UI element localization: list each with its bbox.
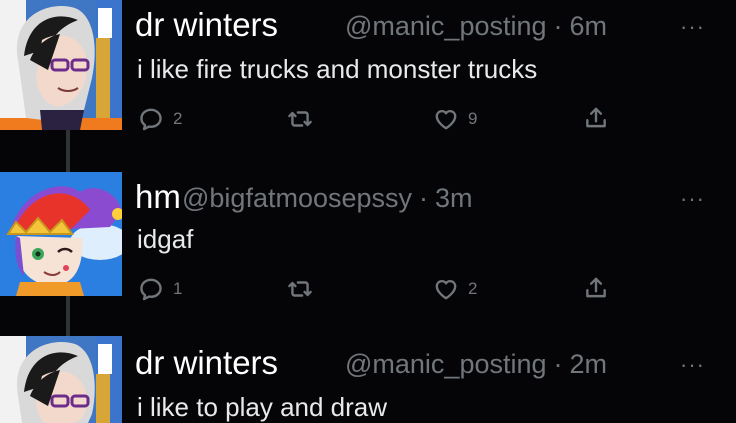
- retweet-icon: [286, 276, 314, 302]
- handle[interactable]: @manic_posting: [345, 11, 547, 41]
- tweet[interactable]: dr winters @manic_posting · 6m ··· i like …: [0, 0, 736, 130]
- retweet-icon: [286, 106, 314, 132]
- timestamp[interactable]: 3m: [435, 183, 473, 213]
- doctor-avatar-image: [0, 0, 122, 130]
- separator: ·: [419, 183, 429, 213]
- tweet-text: i like fire trucks and monster trucks: [137, 54, 538, 84]
- tweet-text: i like to play and draw: [137, 392, 388, 422]
- avatar[interactable]: [0, 336, 122, 423]
- reply-count: 2: [173, 109, 183, 128]
- timestamp[interactable]: 2m: [570, 349, 608, 379]
- tweet[interactable]: hm @bigfatmoosepssy · 3m ··· idgaf 1 2: [0, 172, 736, 300]
- tweet[interactable]: dr winters @manic_posting · 2m ··· i like …: [0, 336, 736, 423]
- share-icon: [583, 274, 609, 302]
- reply-icon: [138, 106, 164, 132]
- more-icon[interactable]: ···: [680, 352, 705, 378]
- doctor-avatar-image: [0, 336, 122, 423]
- retweet-button[interactable]: [286, 276, 323, 302]
- more-icon[interactable]: ···: [680, 186, 705, 212]
- share-button[interactable]: [583, 104, 609, 132]
- like-icon: [433, 276, 459, 302]
- separator: ·: [553, 11, 563, 41]
- thread-line: [66, 296, 70, 336]
- share-button[interactable]: [583, 274, 609, 302]
- handle-and-time[interactable]: @manic_posting · 6m: [345, 11, 607, 42]
- like-button[interactable]: 2: [433, 276, 477, 302]
- reply-count: 1: [173, 279, 183, 298]
- avatar[interactable]: [0, 172, 122, 296]
- display-name[interactable]: hm: [135, 178, 181, 216]
- handle-and-time[interactable]: @manic_posting · 2m: [345, 349, 607, 380]
- like-icon: [433, 106, 459, 132]
- display-name[interactable]: dr winters: [135, 6, 278, 44]
- handle[interactable]: @bigfatmoosepssy: [182, 183, 412, 213]
- avatar[interactable]: [0, 0, 122, 130]
- handle[interactable]: @manic_posting: [345, 349, 547, 379]
- retweet-button[interactable]: [286, 106, 323, 132]
- jester-avatar-image: [0, 172, 122, 296]
- share-icon: [583, 104, 609, 132]
- reply-button[interactable]: 2: [138, 106, 182, 132]
- handle-and-time[interactable]: @bigfatmoosepssy · 3m: [182, 183, 473, 214]
- reply-icon: [138, 276, 164, 302]
- timestamp[interactable]: 6m: [570, 11, 608, 41]
- separator: ·: [553, 349, 563, 379]
- more-icon[interactable]: ···: [680, 14, 705, 40]
- tweet-text: idgaf: [137, 224, 194, 254]
- like-count: 2: [468, 279, 478, 298]
- reply-button[interactable]: 1: [138, 276, 182, 302]
- like-count: 9: [468, 109, 478, 128]
- like-button[interactable]: 9: [433, 106, 477, 132]
- display-name[interactable]: dr winters: [135, 344, 278, 382]
- thread-line: [66, 126, 70, 174]
